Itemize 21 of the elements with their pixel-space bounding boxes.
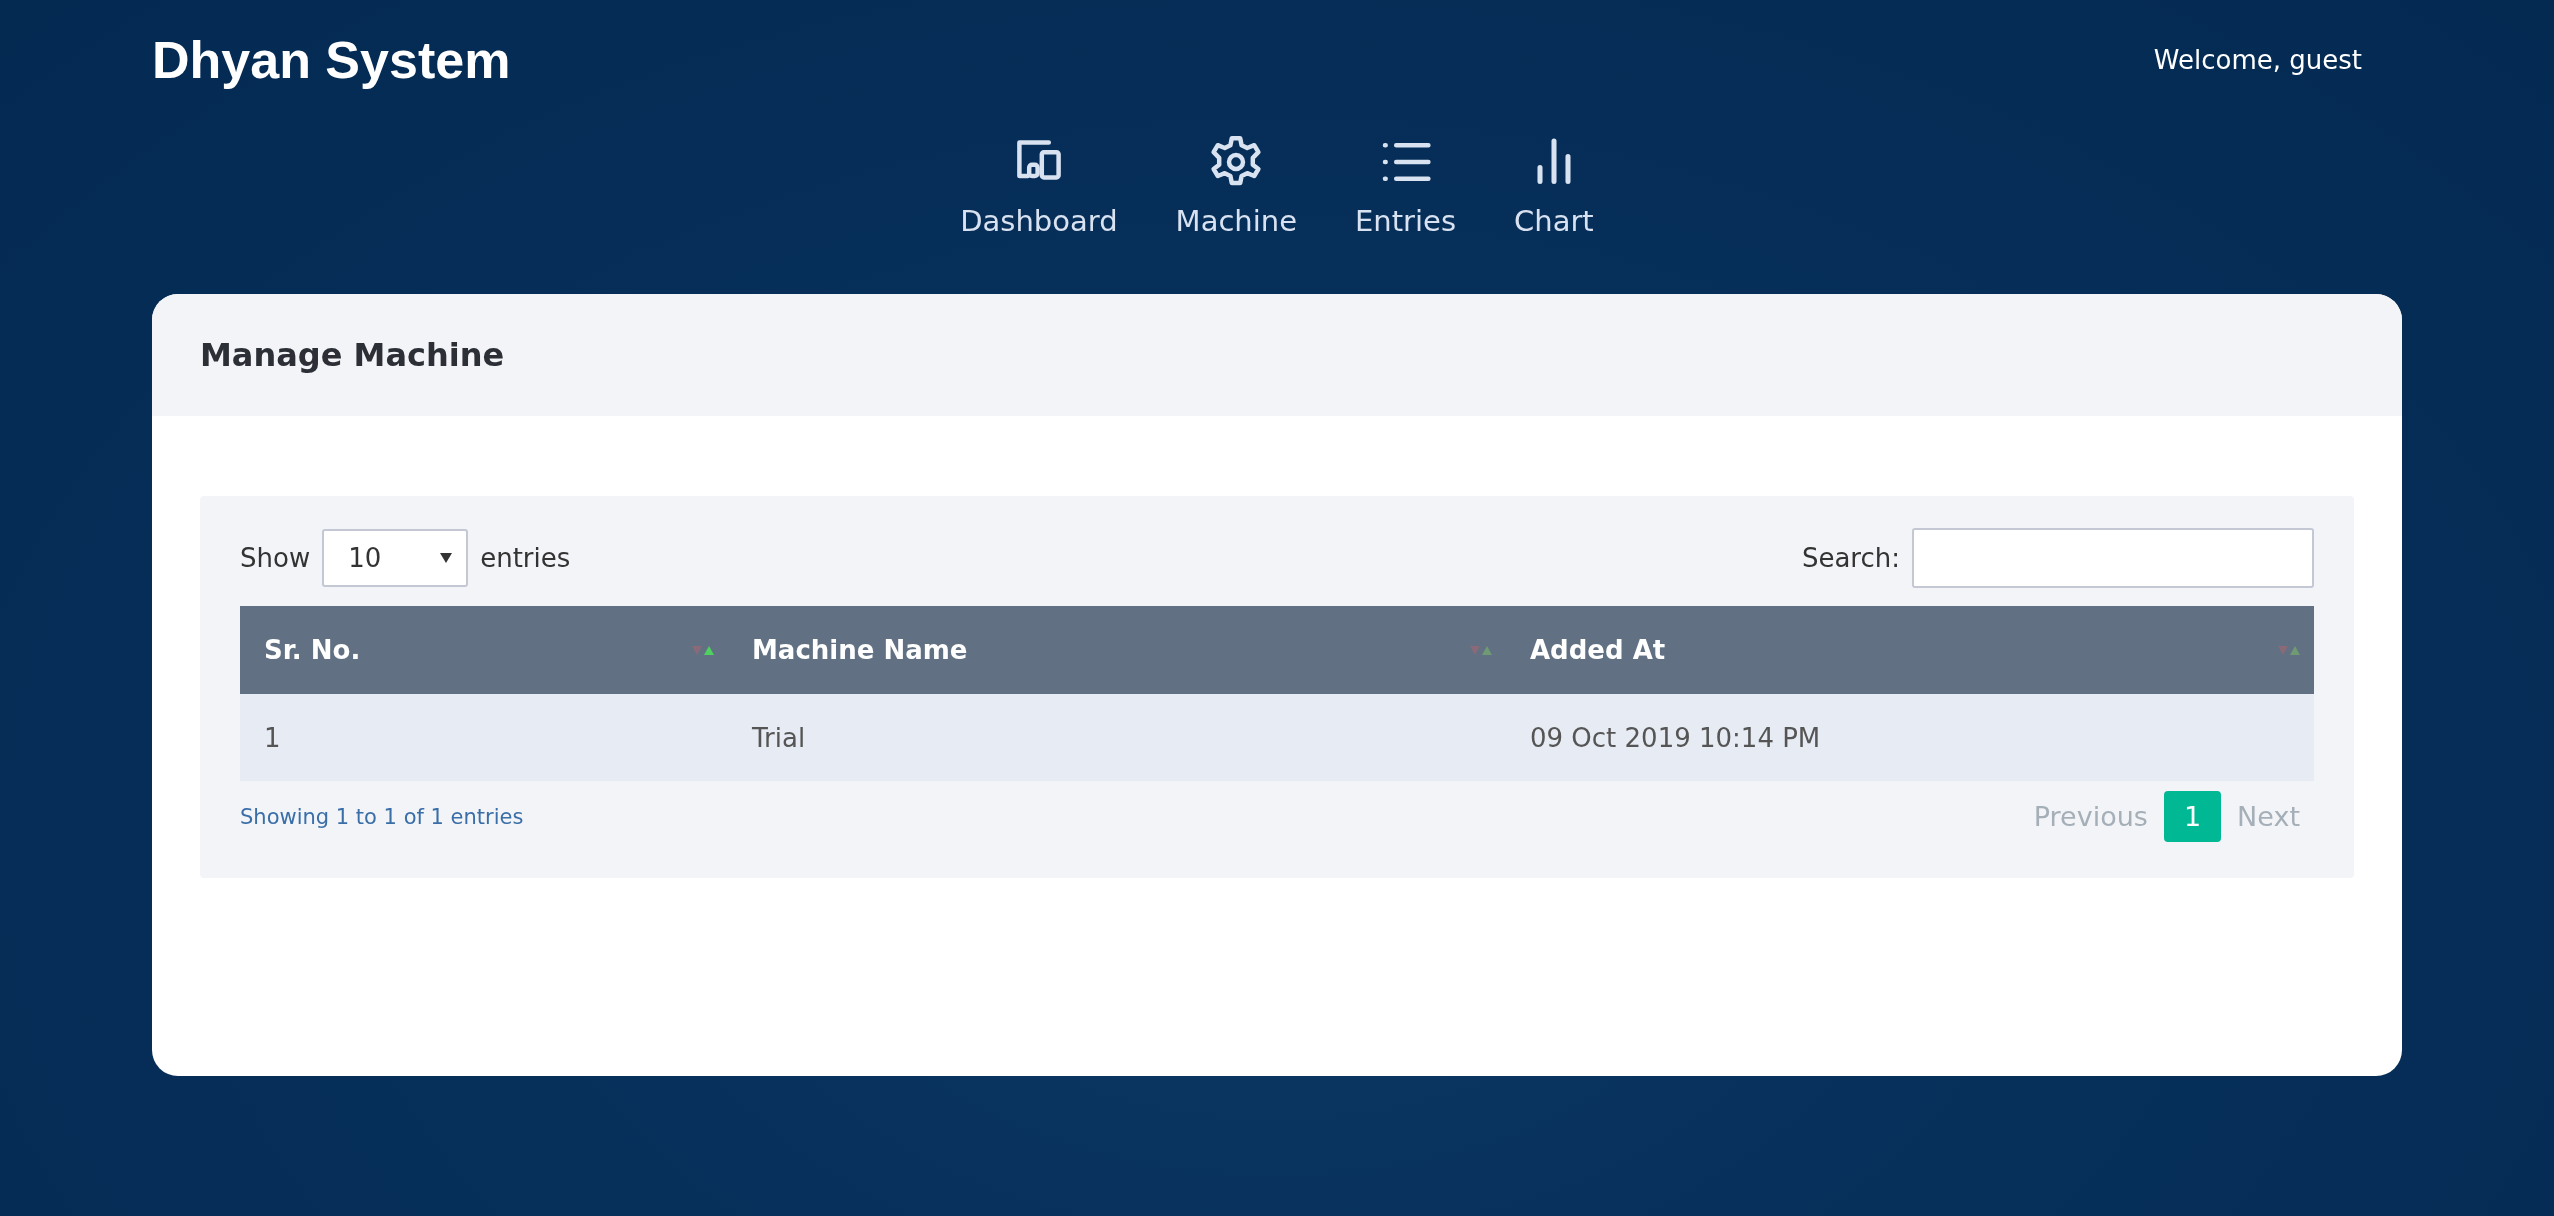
brand-title: Dhyan System	[152, 30, 511, 90]
column-header[interactable]: Added At	[1506, 606, 2314, 694]
caret-icon	[440, 553, 453, 563]
page-button[interactable]: 1	[2163, 791, 2222, 842]
entries-info: Showing 1 to 1 of 1 entries	[240, 804, 524, 829]
entries-label: entries	[480, 543, 571, 573]
column-header[interactable]: Machine Name	[728, 606, 1506, 694]
search-label: Search:	[1801, 543, 1900, 573]
show-label: Show	[240, 543, 311, 573]
table-cell: Trial	[728, 694, 1506, 781]
table-cell: 09 Oct 2019 10:14 PM	[1506, 694, 2314, 781]
nav-link[interactable]: Chart	[1514, 134, 1594, 238]
search-field[interactable]	[1912, 528, 2314, 588]
nav-link[interactable]: Entries	[1355, 134, 1457, 238]
nav-link[interactable]: Dashboard	[960, 134, 1118, 238]
entries-select[interactable]: 10	[322, 529, 469, 587]
column-header[interactable]: Sr. No.	[240, 606, 728, 694]
card-title: Manage Machine	[200, 336, 505, 374]
nav-link[interactable]: Machine	[1175, 134, 1297, 238]
welcome-text: Welcome, guest	[2153, 45, 2362, 75]
table-cell: 1	[240, 694, 728, 781]
